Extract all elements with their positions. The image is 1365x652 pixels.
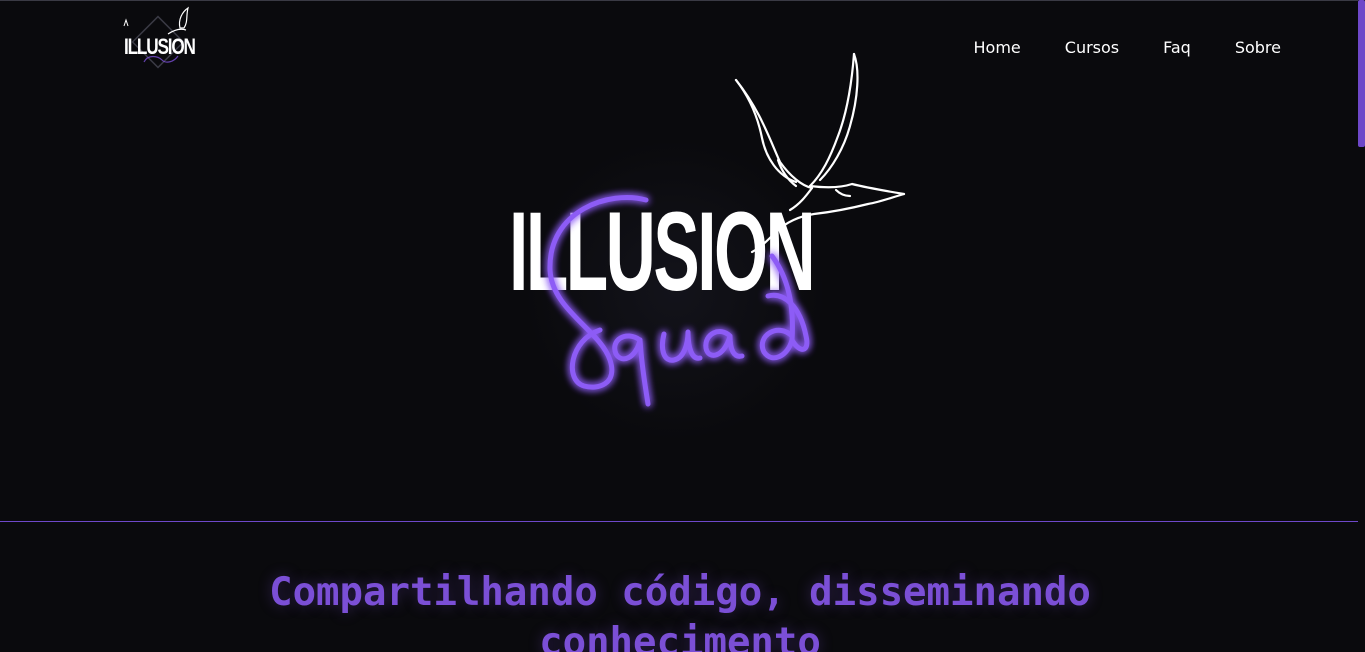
- nav-faq[interactable]: Faq: [1163, 38, 1191, 57]
- scrollbar[interactable]: [1358, 0, 1365, 652]
- site-logo[interactable]: ILLUSION: [118, 6, 204, 80]
- page: ILLUSION Home Cursos Faq Sobre ILLUSION: [0, 0, 1365, 652]
- section-divider: [0, 521, 1358, 522]
- dove-icon: [734, 52, 906, 254]
- squad-script: [547, 195, 810, 407]
- section-headline: Compartilhando código, disseminando conh…: [269, 570, 1091, 652]
- hero-logo-art: [547, 52, 906, 407]
- nav-cursos[interactable]: Cursos: [1065, 38, 1119, 57]
- logo-text: ILLUSION: [124, 34, 196, 59]
- nav-sobre[interactable]: Sobre: [1235, 38, 1281, 57]
- main-nav: Home Cursos Faq Sobre: [930, 38, 1281, 57]
- scrollbar-thumb[interactable]: [1358, 0, 1365, 147]
- top-border: [0, 0, 1358, 1]
- nav-home[interactable]: Home: [974, 38, 1021, 57]
